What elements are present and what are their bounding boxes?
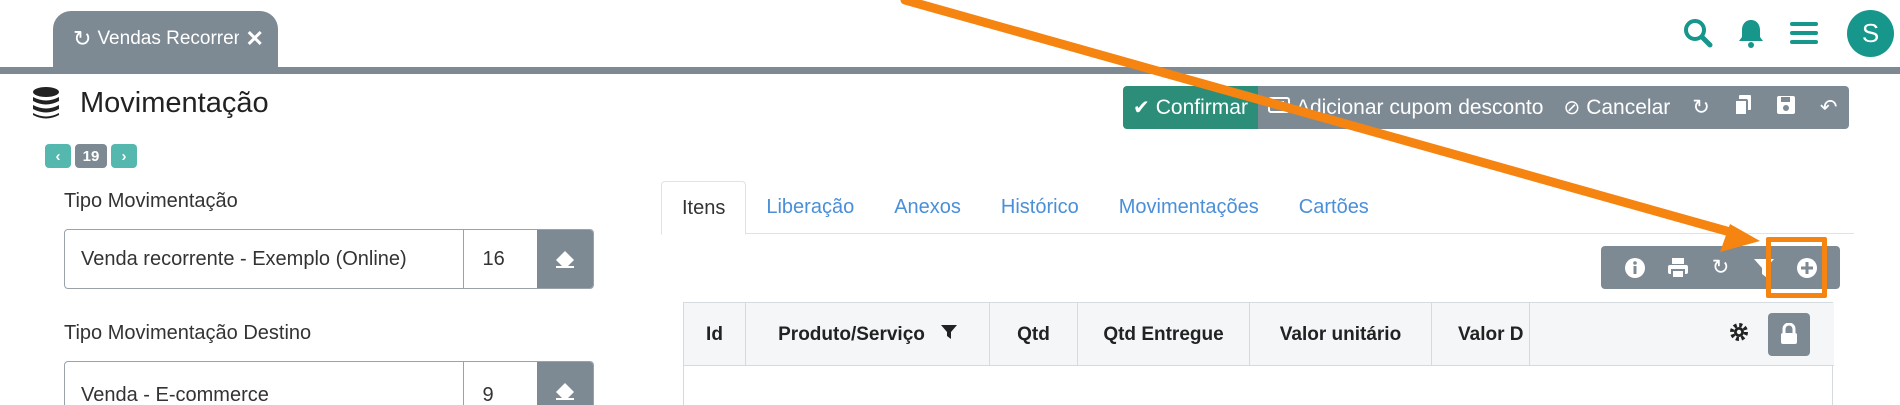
tipo-movimentacao-field[interactable]: Venda recorrente - Exemplo (Online) 16	[64, 229, 594, 289]
tab-anexos[interactable]: Anexos	[874, 181, 981, 234]
eraser-icon[interactable]	[537, 230, 593, 288]
tipo-movimentacao-destino-label: Tipo Movimentação Destino	[64, 322, 312, 344]
tab-historico[interactable]: Histórico	[981, 181, 1099, 234]
check-icon: ✔	[1133, 97, 1150, 119]
add-coupon-label: Adicionar cupom desconto	[1295, 95, 1544, 119]
search-icon[interactable]	[1683, 18, 1713, 48]
undo-icon: ↶	[1819, 96, 1838, 119]
refresh-button[interactable]: ↻	[1680, 86, 1722, 129]
save-button[interactable]	[1763, 86, 1808, 129]
copy-button[interactable]	[1721, 86, 1764, 129]
coins-icon	[33, 87, 59, 119]
confirm-label: Confirmar	[1155, 95, 1248, 119]
confirm-button[interactable]: ✔ Confirmar	[1123, 86, 1258, 129]
ticket-icon	[1267, 96, 1290, 119]
tab-itens[interactable]: Itens	[661, 181, 747, 235]
highlight-box	[1766, 237, 1827, 298]
menu-icon[interactable]	[1789, 20, 1819, 46]
page-header: Movimentação	[30, 86, 269, 120]
refresh-icon: ↻	[1692, 96, 1710, 119]
refresh-icon[interactable]: ↻	[1699, 246, 1742, 289]
close-icon[interactable]: ✕	[245, 26, 263, 52]
open-tab-label: Vendas Recorrentes	[97, 28, 240, 49]
add-coupon-button[interactable]: Adicionar cupom desconto	[1257, 86, 1554, 129]
tipo-movimentacao-destino-value[interactable]: Venda - E-commerce	[65, 362, 465, 405]
table-header-tools	[1530, 303, 1834, 365]
filter-icon[interactable]	[940, 324, 957, 345]
tab-liberacao[interactable]: Liberação	[746, 181, 874, 234]
ban-icon: ⊘	[1563, 97, 1581, 119]
print-icon[interactable]	[1656, 246, 1699, 289]
refresh-icon: ↻	[73, 26, 92, 51]
info-icon[interactable]	[1613, 246, 1656, 289]
tipo-movimentacao-code[interactable]: 16	[464, 230, 537, 288]
top-bar: ↻ Vendas Recorrentes ✕ S	[0, 0, 1900, 67]
bell-icon[interactable]	[1737, 18, 1765, 48]
open-tab[interactable]: ↻ Vendas Recorrentes ✕	[53, 11, 278, 67]
tipo-movimentacao-label: Tipo Movimentação	[64, 190, 238, 212]
gear-icon[interactable]	[1728, 321, 1750, 348]
save-icon	[1776, 95, 1796, 121]
tipo-movimentacao-destino-code[interactable]: 9	[464, 362, 537, 405]
items-table: Id Produto/Serviço Qtd Qtd Entregue Valo…	[683, 302, 1834, 405]
copy-icon	[1733, 94, 1752, 122]
page-title: Movimentação	[80, 86, 269, 119]
detail-tabs: Itens Liberação Anexos Histórico Movimen…	[661, 181, 1854, 235]
tab-movimentacoes[interactable]: Movimentações	[1099, 181, 1279, 234]
column-id[interactable]: Id	[684, 303, 746, 366]
column-produto-servico-label: Produto/Serviço	[778, 323, 925, 345]
chevron-right-icon[interactable]: ›	[111, 144, 137, 168]
lock-icon[interactable]	[1768, 312, 1810, 356]
chevron-left-icon[interactable]: ‹	[45, 144, 71, 168]
action-toolbar: ✔ Confirmar Adicionar cupom desconto ⊘ C…	[1123, 86, 1850, 129]
column-qtd[interactable]: Qtd	[990, 303, 1078, 366]
table-header: Id Produto/Serviço Qtd Qtd Entregue Valo…	[684, 303, 1834, 366]
user-avatar[interactable]: S	[1847, 9, 1894, 57]
top-icons: S	[1683, 8, 1900, 58]
column-produto-servico[interactable]: Produto/Serviço	[746, 303, 990, 366]
eraser-icon[interactable]	[537, 362, 593, 405]
undo-button[interactable]: ↶	[1807, 86, 1850, 129]
tipo-movimentacao-destino-field[interactable]: Venda - E-commerce 9	[64, 361, 594, 405]
cancel-button[interactable]: ⊘ Cancelar	[1553, 86, 1681, 129]
column-valor-unitario[interactable]: Valor unitário	[1250, 303, 1432, 366]
tipo-movimentacao-value[interactable]: Venda recorrente - Exemplo (Online)	[65, 230, 465, 288]
app-root: ↻ Vendas Recorrentes ✕ S Movimentação	[0, 0, 1900, 405]
column-valor-d[interactable]: Valor D	[1432, 303, 1530, 366]
tab-cartoes[interactable]: Cartões	[1279, 181, 1389, 234]
cancel-label: Cancelar	[1586, 95, 1671, 119]
record-pager: ‹ 19 ›	[45, 144, 137, 168]
column-qtd-entregue[interactable]: Qtd Entregue	[1078, 303, 1250, 366]
record-number: 19	[75, 144, 107, 168]
top-bar-divider	[0, 67, 1900, 74]
